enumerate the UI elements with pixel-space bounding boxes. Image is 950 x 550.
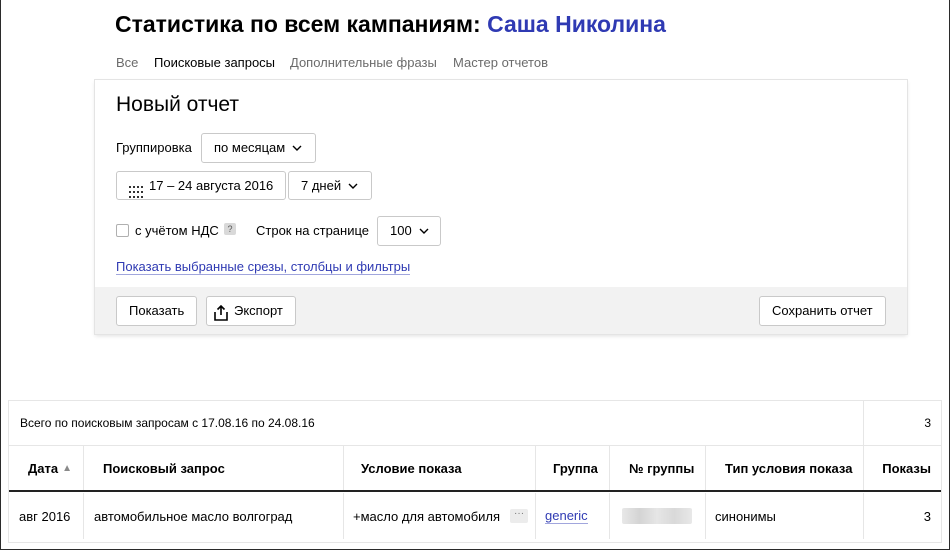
column-header-group-number[interactable]: № группы — [629, 446, 694, 490]
period-select[interactable]: 7 дней — [288, 171, 373, 200]
show-filters-link[interactable]: Показать выбранные срезы, столбцы и филь… — [116, 259, 411, 275]
help-icon[interactable]: ? — [224, 223, 236, 235]
column-divider — [609, 493, 610, 539]
cell-group-number — [622, 493, 692, 539]
grouping-label: Группировка — [116, 140, 192, 155]
column-header-impressions[interactable]: Показы — [882, 446, 931, 490]
date-range-value: 17 – 24 августа 2016 — [149, 177, 274, 193]
column-header-date[interactable]: Дата ▲ — [28, 446, 72, 490]
cell-group: generic — [545, 493, 588, 539]
report-actions-bar: Показать Экспорт Сохранить отчет — [95, 287, 907, 334]
chevron-down-icon — [291, 142, 303, 154]
period-value: 7 дней — [301, 177, 342, 193]
date-range-picker[interactable]: 17 – 24 августа 2016 — [116, 171, 287, 200]
group-link[interactable]: generic — [545, 508, 588, 524]
redacted-value — [622, 508, 692, 524]
column-header-condition[interactable]: Условие показа — [361, 446, 462, 490]
cell-condition-type: синонимы — [715, 508, 776, 524]
summary-text: Всего по поисковым запросам с 17.08.16 п… — [20, 416, 315, 430]
column-divider — [535, 446, 536, 490]
cell-condition-text: +масло для автомобиля — [353, 508, 501, 524]
summary-row: Всего по поисковым запросам с 17.08.16 п… — [9, 401, 941, 446]
calendar-icon — [129, 180, 143, 198]
table-header-row: Дата ▲ Поисковый запрос Условие показа Г… — [9, 446, 941, 492]
chevron-down-icon — [347, 180, 359, 192]
sort-ascending-icon: ▲ — [62, 462, 72, 474]
rows-per-page-select[interactable]: 100 — [377, 216, 441, 246]
statistics-table: Всего по поисковым запросам с 17.08.16 п… — [8, 400, 942, 543]
column-divider — [83, 493, 84, 539]
cell-query: автомобильное масло волгоград — [94, 508, 293, 524]
column-divider — [343, 446, 344, 490]
export-button-label: Экспорт — [234, 303, 283, 318]
rows-per-page-value: 100 — [390, 223, 412, 238]
column-header-condition-type[interactable]: Тип условия показа — [725, 446, 852, 490]
column-divider — [863, 493, 864, 539]
column-divider — [343, 493, 344, 539]
tab-search-queries[interactable]: Поисковые запросы — [151, 54, 278, 81]
show-button-label: Показать — [129, 303, 185, 318]
tab-additional-phrases[interactable]: Дополнительные фразы — [290, 54, 437, 72]
grouping-value: по месяцам — [214, 140, 286, 155]
tab-all[interactable]: Все — [116, 54, 138, 72]
save-report-button[interactable]: Сохранить отчет — [759, 296, 886, 326]
column-divider — [863, 446, 864, 490]
column-header-date-label: Дата — [28, 460, 59, 476]
column-divider — [535, 493, 536, 539]
report-title: Новый отчет — [116, 93, 240, 116]
report-settings-panel: Новый отчет Группировка по месяцам 17 – … — [95, 80, 907, 334]
column-divider — [863, 401, 864, 445]
column-divider — [705, 493, 706, 539]
column-divider — [705, 446, 706, 490]
table-row: авг 2016 автомобильное масло волгоград +… — [9, 493, 941, 539]
export-icon — [214, 303, 228, 321]
client-name-link[interactable]: Саша Николина — [487, 11, 666, 37]
page-title-prefix: Статистика по всем кампаниям: — [115, 11, 481, 37]
cell-date: авг 2016 — [19, 508, 71, 524]
column-header-query[interactable]: Поисковый запрос — [103, 446, 225, 490]
column-header-group[interactable]: Группа — [553, 446, 598, 490]
vat-label[interactable]: с учётом НДС — [135, 223, 219, 239]
rows-per-page-label: Строк на странице — [256, 223, 370, 238]
chevron-down-icon — [418, 225, 430, 237]
show-button[interactable]: Показать — [116, 296, 198, 326]
cell-condition: +масло для автомобиля ··· — [353, 493, 529, 539]
column-divider — [609, 446, 610, 490]
cell-impressions: 3 — [923, 508, 931, 524]
summary-total: 3 — [924, 416, 931, 430]
page-title: Статистика по всем кампаниям: Саша Никол… — [115, 10, 666, 38]
tab-report-wizard[interactable]: Мастер отчетов — [453, 54, 548, 72]
vat-checkbox[interactable] — [116, 224, 129, 237]
export-button[interactable]: Экспорт — [206, 296, 296, 326]
column-divider — [83, 446, 84, 490]
grouping-select[interactable]: по месяцам — [201, 133, 317, 163]
save-report-label: Сохранить отчет — [772, 303, 873, 318]
more-icon[interactable]: ··· — [510, 509, 529, 523]
